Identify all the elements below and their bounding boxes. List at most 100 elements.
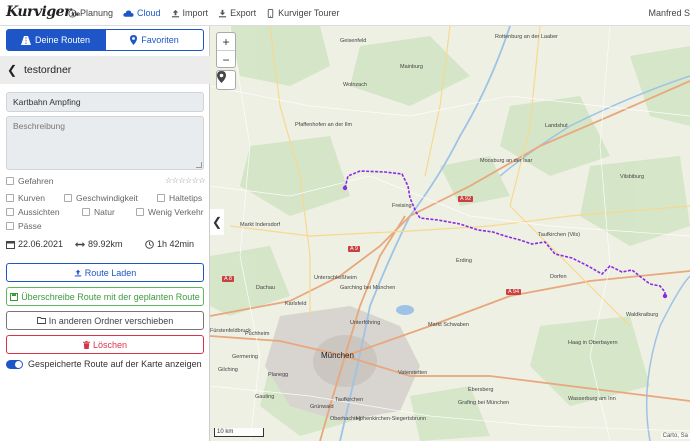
map-view[interactable]: Geisenfeld Mainburg Rottenburg an der La… [210, 26, 690, 441]
resize-handle-icon[interactable] [196, 162, 202, 168]
city-label: Taufkirchen [335, 397, 364, 403]
road-shield: A 92 [458, 196, 474, 202]
road-icon [20, 35, 31, 45]
checkbox-geschwindigkeit[interactable]: Geschwindigkeit [64, 193, 138, 203]
locate-button[interactable] [216, 70, 236, 90]
folder-title: testordner [24, 64, 72, 76]
city-label: Geisenfeld [340, 38, 367, 44]
checkbox-wenig-verkehr[interactable]: Wenig Verkehr [136, 207, 204, 217]
checkbox-label: Kurven [18, 193, 45, 203]
show-route-toggle[interactable] [6, 359, 23, 369]
checkbox-box[interactable] [6, 177, 14, 185]
city-label: Garching bei München [340, 285, 396, 291]
folder-header: ❮ testordner [0, 56, 210, 84]
city-label: Karlsfeld [285, 301, 307, 307]
route-date: 22.06.2021 [6, 239, 63, 249]
checkbox-label: Wenig Verkehr [148, 207, 204, 217]
checkbox-box[interactable] [157, 194, 165, 202]
city-label: Pfaffenhofen an der Ilm [295, 122, 353, 128]
cloud-icon [123, 9, 134, 17]
folder-icon [36, 317, 46, 324]
zoom-out-button[interactable]: − [217, 51, 235, 69]
star-icon[interactable]: ☆ [165, 176, 172, 185]
city-label: Dorfen [550, 274, 567, 280]
checkbox-box[interactable] [6, 208, 14, 216]
checkbox-box[interactable] [64, 194, 72, 202]
route-duration-value: 1h 42min [157, 239, 195, 249]
overwrite-route-button[interactable]: Überschreibe Route mit der geplanten Rou… [6, 287, 204, 306]
checkbox-paesse[interactable]: Pässe [6, 221, 42, 231]
collapse-sidebar-chevron-icon[interactable]: ❮ [210, 209, 224, 235]
upload-icon [171, 9, 179, 17]
rating-stars[interactable]: ☆☆☆☆☆☆ [165, 176, 206, 185]
map-scale-bar: 10 km [214, 428, 264, 437]
city-label: Vilsbiburg [620, 174, 645, 180]
checkbox-natur[interactable]: Natur [82, 207, 115, 217]
city-label: Grafing bei München [458, 400, 510, 406]
city-label: Freising [392, 203, 412, 209]
route-distance: 89.92km [75, 239, 123, 249]
route-date-value: 22.06.2021 [18, 239, 64, 249]
checkbox-label: Gefahren [18, 176, 54, 186]
nav-export-label: Export [230, 8, 257, 18]
sidebar: Deine Routen Favoriten ❮ testordner Kart… [0, 26, 210, 441]
map-canvas [210, 26, 690, 441]
checkbox-box[interactable] [6, 194, 14, 202]
tab-deine-routen-label: Deine Routen [34, 35, 91, 45]
checkbox-box[interactable] [6, 222, 14, 230]
checkbox-label: Natur [94, 207, 115, 217]
road-shield: A 94 [506, 289, 522, 295]
checkbox-aussichten[interactable]: Aussichten [6, 207, 60, 217]
move-folder-button[interactable]: In anderen Ordner verschieben [6, 311, 204, 330]
city-label: Wasserburg am Inn [568, 396, 616, 402]
city-label: Erding [456, 258, 472, 264]
checkbox-haltetips[interactable]: Haltetips [157, 193, 202, 203]
load-route-button[interactable]: Route Laden [6, 263, 204, 282]
route-duration: 1h 42min [145, 239, 194, 249]
city-label: Unterföhring [350, 320, 381, 326]
tab-favoriten[interactable]: Favoriten [105, 29, 204, 51]
road-shield: A 8 [222, 276, 234, 282]
clock-icon [145, 239, 154, 249]
delete-route-label: Löschen [92, 339, 128, 350]
city-label: Höhenkirchen-Siegertsbrunn [356, 416, 427, 422]
back-chevron-icon[interactable]: ❮ [0, 63, 24, 77]
map-attribution[interactable]: Carto, Sa [660, 433, 690, 439]
checkbox-box[interactable] [82, 208, 90, 216]
nav-planung-label: Planung [80, 8, 114, 18]
star-icon[interactable]: ☆ [178, 176, 185, 185]
route-name-field[interactable]: Kartbahn Ampfing [6, 92, 204, 112]
description-field[interactable]: Beschreibung [6, 116, 204, 170]
nav-kurviger-tourer[interactable]: Kurviger Tourer [266, 8, 339, 18]
city-label: Gilching [218, 367, 238, 373]
trash-icon [82, 340, 90, 349]
city-label: Markt Indersdorf [240, 222, 281, 228]
arrows-horizontal-icon [75, 241, 85, 247]
show-route-toggle-label: Gespeicherte Route auf der Karte anzeige… [28, 359, 202, 369]
checkbox-gefahren[interactable]: Gefahren [6, 176, 53, 186]
checkbox-label: Pässe [18, 221, 42, 231]
checkbox-label: Aussichten [18, 207, 60, 217]
nav-cloud[interactable]: Cloud [123, 8, 161, 18]
delete-route-button[interactable]: Löschen [6, 335, 204, 354]
user-menu[interactable]: Manfred S [648, 8, 690, 18]
city-label: Moosburg an der Isar [480, 158, 533, 164]
nav-import[interactable]: Import [171, 8, 208, 18]
star-icon[interactable]: ☆ [198, 176, 205, 185]
description-placeholder: Beschreibung [13, 121, 65, 131]
tab-deine-routen[interactable]: Deine Routen [6, 29, 105, 51]
city-label: Landshut [545, 123, 568, 129]
nav-planung[interactable]: Planung [68, 8, 113, 18]
city-label: Unterschleißheim [314, 275, 357, 281]
city-label: Mainburg [400, 64, 423, 70]
city-label: Haag in Oberbayern [568, 340, 618, 346]
city-label: Planegg [268, 372, 289, 378]
nav-export[interactable]: Export [218, 8, 256, 18]
city-label: Taufkirchen (Vils) [538, 232, 581, 238]
star-icon[interactable]: ☆ [185, 176, 192, 185]
checkbox-box[interactable] [136, 208, 144, 216]
compass-icon [68, 8, 77, 18]
zoom-in-button[interactable]: + [217, 33, 235, 51]
checkbox-label: Geschwindigkeit [76, 193, 138, 203]
checkbox-kurven[interactable]: Kurven [6, 193, 45, 203]
